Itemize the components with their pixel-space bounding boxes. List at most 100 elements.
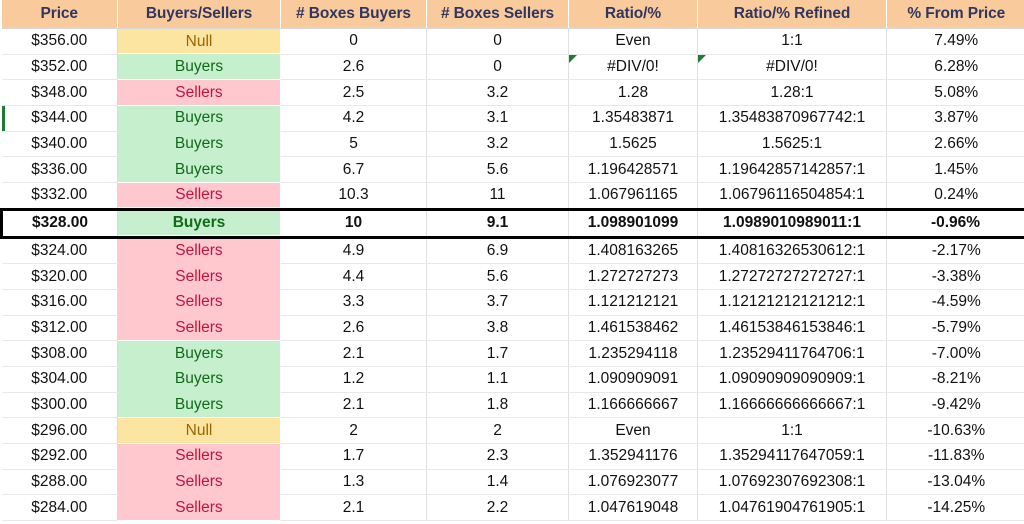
table-row[interactable]: $344.00 Buyers 4.2 3.1 1.35483871 1.354838709…: [1, 105, 1024, 132]
cell-ratio-refined[interactable]: 1.46153846153846:1: [697, 315, 887, 342]
cell-ratio-refined[interactable]: 1.28:1: [697, 79, 887, 107]
cell-boxes-sellers[interactable]: 9.1: [426, 207, 569, 239]
cell-ratio-refined[interactable]: 1:1: [697, 417, 887, 444]
cell-buyers-sellers[interactable]: Buyers: [117, 54, 281, 80]
cell-ratio-refined[interactable]: 1.35294117647059:1: [697, 443, 887, 470]
cell-boxes-sellers[interactable]: 2: [426, 417, 569, 444]
cell-ratio[interactable]: 1.196428571: [568, 156, 698, 184]
cell-ratio-refined[interactable]: 1.09090909090909:1: [697, 366, 887, 393]
cell-ratio[interactable]: 1.235294118: [568, 340, 698, 367]
cell-pct-from-price[interactable]: -0.96%: [886, 207, 1024, 239]
cell-ratio[interactable]: 1.35483871: [568, 105, 698, 132]
cell-buyers-sellers[interactable]: Buyers: [117, 392, 281, 418]
cell-pct-from-price[interactable]: 7.49%: [886, 28, 1024, 55]
table-row[interactable]: $336.00 Buyers 6.7 5.6 1.196428571 1.19642857…: [1, 156, 1024, 184]
cell-boxes-sellers[interactable]: 0: [426, 28, 569, 55]
cell-ratio-refined[interactable]: 1.04761904761905:1: [697, 494, 887, 522]
cell-pct-from-price[interactable]: -2.17%: [886, 237, 1024, 265]
cell-boxes-buyers[interactable]: 6.7: [280, 156, 427, 184]
cell-pct-from-price[interactable]: -11.83%: [886, 443, 1024, 470]
cell-pct-from-price[interactable]: 3.87%: [886, 105, 1024, 132]
cell-ratio[interactable]: 1.121212121: [568, 289, 698, 316]
cell-boxes-buyers[interactable]: 10: [280, 207, 427, 239]
cell-buyers-sellers[interactable]: Buyers: [117, 207, 281, 239]
cell-ratio[interactable]: 1.067961165: [568, 182, 698, 210]
cell-ratio-refined[interactable]: 1.19642857142857:1: [697, 156, 887, 184]
cell-pct-from-price[interactable]: 0.24%: [886, 182, 1024, 210]
cell-pct-from-price[interactable]: -9.42%: [886, 392, 1024, 419]
cell-ratio-refined[interactable]: 1.23529411764706:1: [697, 340, 887, 367]
cell-boxes-buyers[interactable]: 10.3: [280, 182, 427, 210]
table-row[interactable]: $332.00 Sellers 10.3 11 1.067961165 1.0679611…: [1, 182, 1024, 210]
cell-price[interactable]: $292.00: [1, 443, 118, 470]
cell-boxes-sellers[interactable]: 1.1: [426, 366, 569, 393]
cell-pct-from-price[interactable]: -8.21%: [886, 366, 1024, 393]
cell-boxes-buyers[interactable]: 1.7: [280, 443, 427, 470]
column-header-signal[interactable]: Buyers/Sellers: [117, 0, 281, 29]
cell-buyers-sellers[interactable]: Sellers: [117, 237, 281, 264]
cell-boxes-sellers[interactable]: 2.3: [426, 443, 569, 470]
cell-buyers-sellers[interactable]: Buyers: [117, 131, 281, 157]
cell-boxes-sellers[interactable]: 11: [426, 182, 569, 210]
cell-ratio[interactable]: 1.408163265: [568, 237, 698, 265]
cell-pct-from-price[interactable]: 1.45%: [886, 156, 1024, 184]
cell-ratio[interactable]: #DIV/0!: [568, 54, 698, 81]
cell-ratio[interactable]: 1.272727273: [568, 263, 698, 290]
cell-buyers-sellers[interactable]: Sellers: [117, 315, 281, 341]
cell-buyers-sellers[interactable]: Buyers: [117, 156, 281, 183]
column-header-boxes_buyers[interactable]: # Boxes Buyers: [280, 0, 427, 29]
column-header-ratio[interactable]: Ratio/%: [568, 0, 698, 29]
table-row[interactable]: $324.00 Sellers 4.9 6.9 1.408163265 1.4081632…: [1, 237, 1024, 265]
cell-boxes-sellers[interactable]: 6.9: [426, 237, 569, 265]
cell-boxes-buyers[interactable]: 1.3: [280, 469, 427, 496]
table-row[interactable]: $352.00 Buyers 2.6 0 #DIV/0! #DIV/0! 6.28%: [1, 54, 1024, 81]
cell-boxes-buyers[interactable]: 2.1: [280, 494, 427, 522]
cell-boxes-buyers[interactable]: 4.4: [280, 263, 427, 290]
cell-boxes-buyers[interactable]: 5: [280, 131, 427, 158]
cell-buyers-sellers[interactable]: Sellers: [117, 443, 281, 470]
cell-boxes-sellers[interactable]: 1.4: [426, 469, 569, 496]
table-row[interactable]: $356.00 Null 0 0 Even 1:1 7.49%: [1, 28, 1024, 55]
cell-buyers-sellers[interactable]: Buyers: [117, 340, 281, 367]
cell-price[interactable]: $320.00: [1, 263, 118, 290]
cell-boxes-buyers[interactable]: 0: [280, 28, 427, 55]
cell-boxes-buyers[interactable]: 1.2: [280, 366, 427, 393]
cell-price[interactable]: $340.00: [1, 131, 118, 158]
table-row[interactable]: $304.00 Buyers 1.2 1.1 1.090909091 1.09090909…: [1, 366, 1024, 393]
cell-price[interactable]: $348.00: [1, 79, 118, 107]
cell-ratio[interactable]: 1.28: [568, 79, 698, 107]
cell-ratio-refined[interactable]: 1:1: [697, 28, 887, 55]
cell-ratio[interactable]: 1.352941176: [568, 443, 698, 470]
cell-boxes-buyers[interactable]: 2.1: [280, 340, 427, 367]
column-header-pct_from[interactable]: % From Price: [886, 0, 1024, 29]
cell-price[interactable]: $308.00: [1, 340, 118, 367]
cell-buyers-sellers[interactable]: Sellers: [117, 263, 281, 290]
cell-ratio-refined[interactable]: 1.27272727272727:1: [697, 263, 887, 290]
cell-ratio[interactable]: 1.098901099: [568, 207, 698, 239]
cell-price[interactable]: $296.00: [1, 417, 118, 444]
cell-ratio-refined[interactable]: 1.07692307692308:1: [697, 469, 887, 496]
table-row[interactable]: $348.00 Sellers 2.5 3.2 1.28 1.28:1 5.08%: [1, 79, 1024, 107]
cell-ratio-refined[interactable]: 1.0989010989011:1: [697, 207, 887, 239]
cell-boxes-buyers[interactable]: 2.5: [280, 79, 427, 107]
cell-ratio[interactable]: 1.076923077: [568, 469, 698, 496]
column-header-boxes_sellers[interactable]: # Boxes Sellers: [426, 0, 569, 29]
cell-price[interactable]: $352.00: [1, 54, 118, 81]
cell-boxes-buyers[interactable]: 2.6: [280, 54, 427, 81]
cell-ratio-refined[interactable]: #DIV/0!: [697, 54, 887, 81]
cell-pct-from-price[interactable]: 2.66%: [886, 131, 1024, 158]
table-row[interactable]: $292.00 Sellers 1.7 2.3 1.352941176 1.3529411…: [1, 443, 1024, 470]
cell-boxes-buyers[interactable]: 4.2: [280, 105, 427, 132]
cell-price[interactable]: $336.00: [1, 156, 118, 184]
table-row[interactable]: $316.00 Sellers 3.3 3.7 1.121212121 1.1212121…: [1, 289, 1024, 316]
cell-boxes-buyers[interactable]: 2: [280, 417, 427, 444]
cell-boxes-sellers[interactable]: 1.7: [426, 340, 569, 367]
cell-pct-from-price[interactable]: -3.38%: [886, 263, 1024, 290]
cell-price[interactable]: $288.00: [1, 469, 118, 496]
column-header-price[interactable]: Price: [1, 0, 118, 29]
cell-buyers-sellers[interactable]: Sellers: [117, 494, 281, 521]
cell-ratio[interactable]: 1.090909091: [568, 366, 698, 393]
cell-boxes-sellers[interactable]: 5.6: [426, 156, 569, 184]
cell-price[interactable]: $328.00: [0, 207, 118, 239]
cell-boxes-sellers[interactable]: 2.2: [426, 494, 569, 522]
